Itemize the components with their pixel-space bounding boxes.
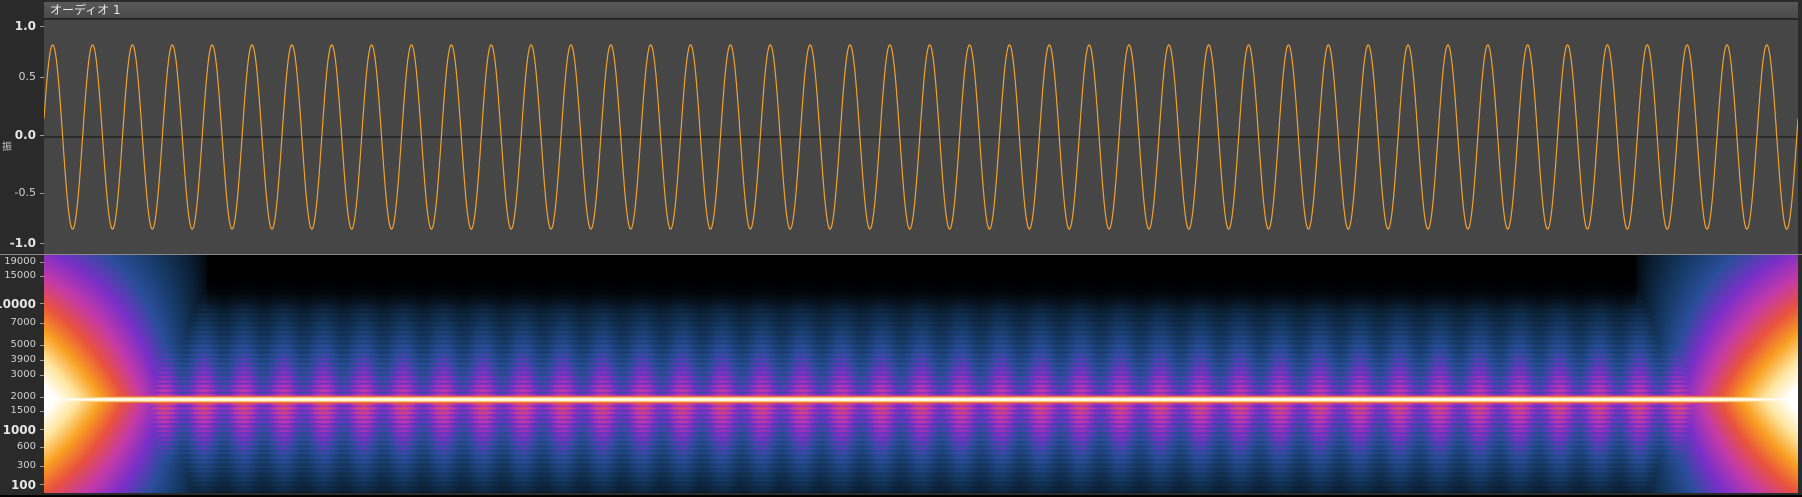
- waveform-tick-label: 0.0: [14, 128, 36, 142]
- frequency-tick-label: 7000: [10, 317, 36, 328]
- vertical-ruler: 振 1.0 0.5 0.0 -0.5 -1.0 19000 15000 10000 7000 5…: [0, 0, 45, 495]
- track-title-bar[interactable]: オーディオ 1: [44, 2, 1798, 19]
- frequency-tick-label: 15000: [4, 270, 36, 281]
- frequency-tick-label: 2000: [10, 391, 36, 402]
- waveform-tick-label: -1.0: [9, 236, 36, 250]
- waveform-plot: [44, 44, 1798, 230]
- frequency-tick-label: 1500: [10, 405, 36, 416]
- frequency-tick-label: 10000: [0, 297, 36, 311]
- frequency-tick-label: 3000: [10, 369, 36, 380]
- frequency-tick-label: 1000: [2, 423, 36, 437]
- audio-editor: 振 1.0 0.5 0.0 -0.5 -1.0 19000 15000 10000 7000 5…: [0, 0, 1802, 495]
- waveform-tick-label: 0.5: [18, 70, 37, 83]
- frequency-tick-label: 300: [16, 460, 36, 471]
- amplitude-unit-label: 振: [2, 142, 12, 153]
- frequency-tick-label: 19000: [4, 256, 36, 267]
- spectrogram-image: [44, 255, 1798, 493]
- waveform-tick-label: -0.5: [14, 186, 36, 199]
- frequency-tick-label: 100: [10, 478, 36, 492]
- track-title: オーディオ 1: [50, 3, 121, 17]
- frequency-tick-label: 600: [16, 441, 36, 452]
- frequency-tick-label: 3900: [10, 354, 36, 365]
- waveform-view[interactable]: [44, 20, 1798, 255]
- frequency-tick-label: 5000: [10, 339, 36, 350]
- waveform-tick-label: 1.0: [14, 19, 36, 33]
- spectrogram-view[interactable]: [44, 255, 1798, 493]
